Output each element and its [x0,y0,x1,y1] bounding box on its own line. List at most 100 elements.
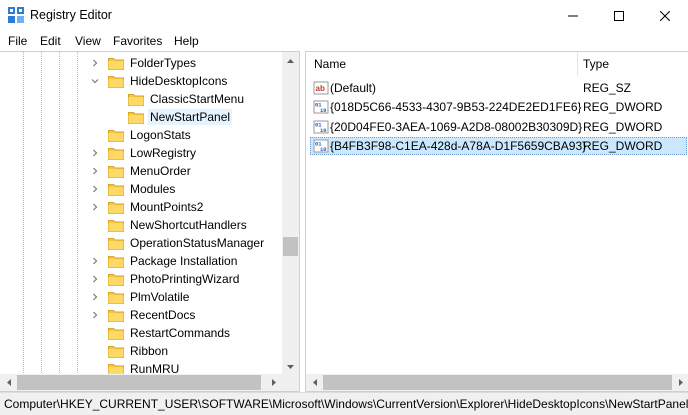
folder-icon [108,183,124,196]
status-bar: Computer\HKEY_CURRENT_USER\SOFTWARE\Micr… [0,392,688,415]
folder-icon [128,93,144,106]
folder-icon [108,291,124,304]
tree-scroll-thumb[interactable] [283,237,298,256]
folder-icon [108,75,124,88]
tree-item-label: Ribbon [130,344,169,358]
folder-icon [108,219,124,232]
tree-item[interactable]: PhotoPrintingWizard [93,270,241,288]
value-type: REG_DWORD [583,120,663,134]
folder-icon [108,147,124,160]
close-icon [660,10,670,21]
value-name: {018D5C66-4533-4307-9B53-224DE2ED1FE6} [330,100,582,114]
chevron-right-icon[interactable] [90,252,100,270]
binary-value-icon: 0110 [313,120,329,134]
maximize-button[interactable] [596,0,642,31]
chevron-right-icon[interactable] [90,54,100,72]
tree-item[interactable]: NewShortcutHandlers [108,216,249,234]
tree-item[interactable]: Modules [93,180,177,198]
folder-icon [108,345,124,358]
tree-guide-line [59,52,60,375]
chevron-right-icon[interactable] [90,270,100,288]
tree-item-label: MenuOrder [130,164,191,178]
tree-item[interactable]: OperationStatusManager [108,234,266,252]
minimize-button[interactable] [550,0,596,31]
menu-favorites[interactable]: Favorites [113,34,162,48]
tree-item[interactable]: ClassicStartMenu [128,90,246,108]
folder-icon [108,129,124,142]
column-divider[interactable] [577,52,578,76]
tree-item[interactable]: LowRegistry [93,144,198,162]
value-type: REG_SZ [583,81,632,95]
value-row[interactable]: 01 10 {018D5C66-4533-4307-9B53-224DE2ED1FE… [306,98,688,117]
folder-icon [108,327,124,340]
tree-item[interactable]: RecentDocs [93,306,197,324]
tree-item[interactable]: HideDesktopIcons [91,72,229,90]
tree-item[interactable]: MountPoints2 [93,198,205,216]
tree-item[interactable]: FolderTypes [93,54,198,72]
svg-text:10: 10 [320,127,327,134]
menu-edit[interactable]: Edit [40,34,61,48]
key-tree-pane[interactable]: FolderTypes HideDesktopIcons ClassicStartM… [0,51,300,392]
tree-item-label: RecentDocs [130,308,196,322]
tree-item-label: Modules [130,182,176,196]
column-header-type[interactable]: Type [583,52,683,76]
folder-icon [108,309,124,322]
folder-icon [108,273,124,286]
tree-hscroll-thumb[interactable] [17,375,261,390]
folder-icon [108,165,124,178]
menu-bar: File Edit View Favorites Help [0,31,688,51]
scroll-left-arrow-icon[interactable] [306,374,323,391]
tree-item[interactable]: NewStartPanel [128,108,233,126]
chevron-right-icon[interactable] [90,180,100,198]
close-button[interactable] [642,0,688,31]
tree-item-label: HideDesktopIcons [130,74,228,88]
scroll-down-arrow-icon[interactable] [282,358,299,375]
scroll-right-arrow-icon[interactable] [672,374,688,391]
tree-item-label: RestartCommands [130,326,231,340]
tree-item[interactable]: LogonStats [108,126,193,144]
tree-item-label: Package Installation [130,254,238,268]
tree-item[interactable]: RestartCommands [108,324,232,342]
scroll-corner [282,374,299,391]
tree-item[interactable]: Ribbon [108,342,170,360]
minimize-icon [568,15,578,16]
chevron-right-icon[interactable] [90,198,100,216]
chevron-right-icon[interactable] [90,288,100,306]
folder-icon [108,255,124,268]
menu-file[interactable]: File [8,34,27,48]
value-row[interactable]: 01 10 {20D04FE0-3AEA-1069-A2D8-08002B30309… [306,118,688,137]
value-type: REG_DWORD [583,100,663,114]
tree-item[interactable]: PlmVolatile [93,288,191,306]
list-hscroll-thumb[interactable] [323,375,672,390]
chevron-right-icon[interactable] [90,162,100,180]
tree-item-label: FolderTypes [130,56,197,70]
tree-item[interactable]: MenuOrder [93,162,193,180]
tree-horizontal-scrollbar[interactable] [0,374,282,391]
column-header-name[interactable]: Name [314,52,574,76]
list-horizontal-scrollbar[interactable] [306,374,688,391]
menu-help[interactable]: Help [174,34,199,48]
folder-icon [108,201,124,214]
tree-item-label: LogonStats [130,128,191,142]
values-list-pane[interactable]: Name Type ab (Default) REG_SZ 01 10 {018D5C66… [305,51,688,392]
value-name: {20D04FE0-3AEA-1069-A2D8-08002B30309D} [330,120,583,134]
window-title: Registry Editor [30,8,112,22]
scroll-up-arrow-icon[interactable] [282,52,299,69]
folder-icon [108,237,124,250]
value-row[interactable]: 01 10 {B4FB3F98-C1EA-428d-A78A-D1F5659CBA9… [306,137,688,156]
chevron-down-icon[interactable] [90,72,100,90]
value-row[interactable]: ab (Default) REG_SZ [306,79,688,98]
value-name: {B4FB3F98-C1EA-428d-A78A-D1F5659CBA93} [330,139,587,153]
menu-view[interactable]: View [75,34,101,48]
scroll-right-arrow-icon[interactable] [265,374,282,391]
scroll-left-arrow-icon[interactable] [0,374,17,391]
title-bar[interactable]: Registry Editor [0,0,688,31]
folder-icon [128,111,144,124]
tree-vertical-scrollbar[interactable] [282,52,299,375]
registry-editor-window: Registry Editor File Edit View Favorites… [0,0,688,415]
chevron-right-icon[interactable] [90,144,100,162]
tree-item[interactable]: Package Installation [93,252,239,270]
tree-item-label: PlmVolatile [130,290,190,304]
tree-item-label: LowRegistry [130,146,197,160]
chevron-right-icon[interactable] [90,306,100,324]
